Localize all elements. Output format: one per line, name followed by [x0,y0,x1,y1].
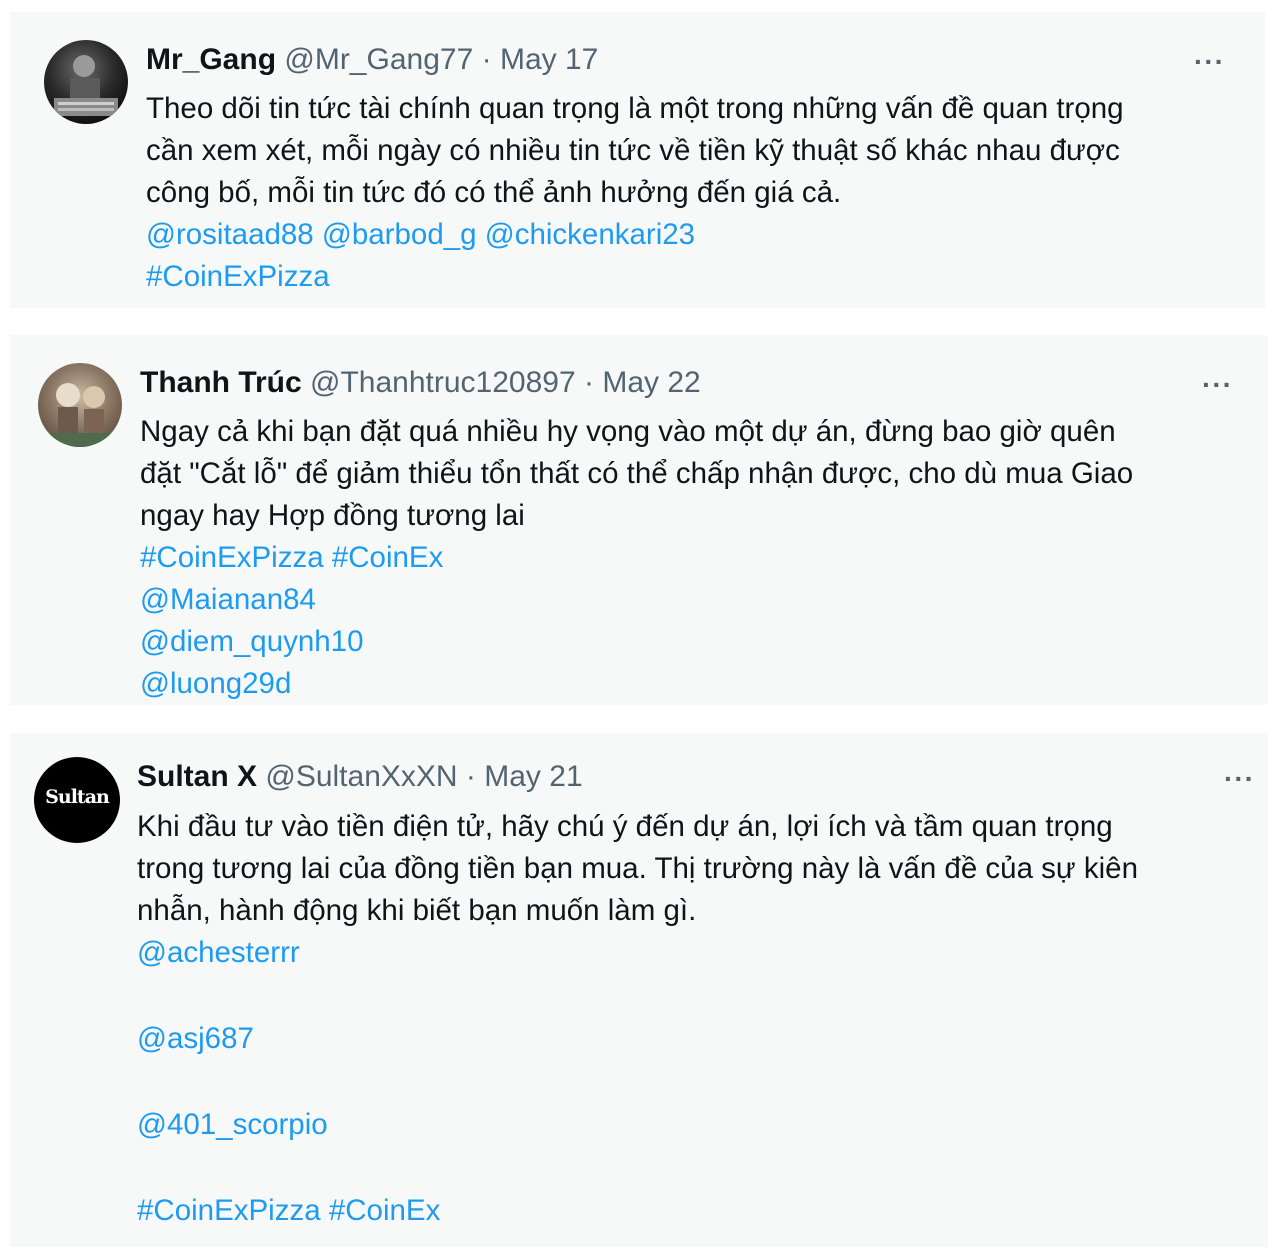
avatar[interactable] [44,40,128,124]
mention-link[interactable]: @diem_quynh10 [140,625,363,658]
tweet-date[interactable]: May 22 [602,366,700,399]
mention-link[interactable]: @Maianan84 [140,583,316,616]
mention-link[interactable]: @asj687 [137,1022,254,1055]
tweet-card[interactable]: Thanh Trúc @Thanhtruc120897 · May 22 ···… [10,335,1268,705]
more-options-icon[interactable]: ··· [1224,763,1255,795]
tweet-text-line: Theo dõi tin tức tài chính quan trọng là… [146,92,1124,125]
avatar-photo-icon [38,383,122,447]
tweet-text-line: công bố, mỗi tin tức đó có thể ảnh hưởng… [146,176,842,209]
tweet-card[interactable]: Sultan Sultan X @SultanXxXN · May 21 ···… [10,733,1268,1247]
mention-link[interactable]: @401_scorpio [137,1108,328,1141]
tweet-text-line: trong tương lai của đồng tiền bạn mua. T… [137,852,1138,885]
tweet-text-line: Ngay cả khi bạn đặt quá nhiều hy vọng và… [140,415,1116,448]
mention-link[interactable]: @rositaad88 [146,218,314,251]
separator: · [481,43,492,76]
avatar-logo-text: Sultan [45,786,110,808]
mention-link[interactable]: @chickenkari23 [485,218,695,251]
tweet-header: Sultan X @SultanXxXN · May 21 [137,759,583,795]
display-name[interactable]: Mr_Gang [146,43,276,76]
avatar[interactable]: Sultan [34,757,120,843]
tweet-header: Mr_Gang @Mr_Gang77 · May 17 [146,42,598,78]
display-name[interactable]: Sultan X [137,760,257,793]
tweet-text-line: cần xem xét, mỗi ngày có nhiều tin tức v… [146,134,1120,167]
tweet-date[interactable]: May 21 [484,760,582,793]
avatar-photo-icon [54,55,118,116]
handle[interactable]: @SultanXxXN [265,760,457,793]
avatar[interactable] [38,363,122,447]
tweet-text-line: nhẫn, hành động khi biết bạn muốn làm gì… [137,894,697,927]
mention-link[interactable]: @achesterrr [137,936,300,969]
tweet-card[interactable]: Mr_Gang @Mr_Gang77 · May 17 ··· Theo dõi… [10,12,1265,308]
separator: · [584,366,595,399]
hashtag-link[interactable]: #CoinExPizza [140,541,324,574]
hashtag-link[interactable]: #CoinEx [332,541,444,574]
mention-link[interactable]: @luong29d [140,667,291,700]
tweet-text-line: đặt "Cắt lỗ" để giảm thiểu tổn thất có t… [140,457,1134,490]
separator: · [465,760,476,793]
hashtag-link[interactable]: #CoinExPizza [146,260,330,293]
tweet-text-line: ngay hay Hợp đồng tương lai [140,499,525,532]
hashtag-link[interactable]: #CoinExPizza [137,1194,321,1227]
tweet-text-line: Khi đầu tư vào tiền điện tử, hãy chú ý đ… [137,810,1113,843]
tweet-body: Ngay cả khi bạn đặt quá nhiều hy vọng và… [140,411,1133,705]
hashtag-link[interactable]: #CoinEx [329,1194,441,1227]
tweet-body: Khi đầu tư vào tiền điện tử, hãy chú ý đ… [137,806,1138,1232]
tweet-date[interactable]: May 17 [500,43,598,76]
more-options-icon[interactable]: ··· [1194,46,1225,78]
tweet-header: Thanh Trúc @Thanhtruc120897 · May 22 [140,365,701,401]
more-options-icon[interactable]: ··· [1202,369,1233,401]
mention-link[interactable]: @barbod_g [322,218,477,251]
tweet-body: Theo dõi tin tức tài chính quan trọng là… [146,88,1124,298]
display-name[interactable]: Thanh Trúc [140,366,302,399]
handle[interactable]: @Thanhtruc120897 [310,366,576,399]
handle[interactable]: @Mr_Gang77 [284,43,473,76]
